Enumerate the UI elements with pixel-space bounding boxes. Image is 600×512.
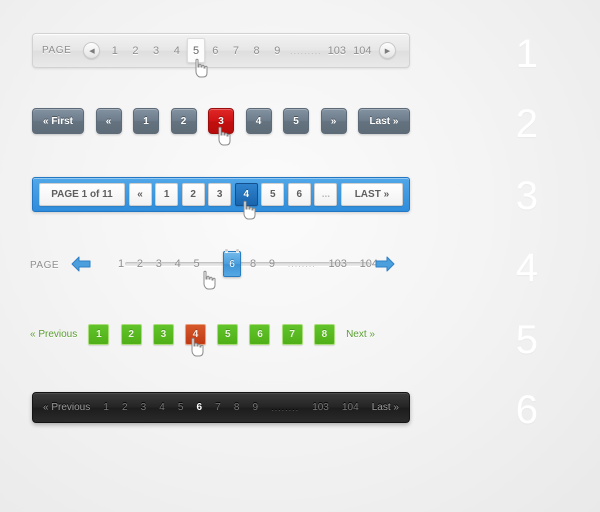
previous-link[interactable]: « Previous [43, 402, 90, 413]
page-link-6[interactable]: 6 [205, 45, 226, 57]
last-link[interactable]: Last » [372, 402, 399, 413]
page-link-5[interactable]: 5 [193, 258, 199, 270]
page-indicator: PAGE 1 of 11 [39, 183, 125, 206]
index-label-2: 2 [515, 102, 538, 146]
slider-handle[interactable]: 6 [223, 249, 241, 277]
index-label-3: 3 [515, 174, 538, 218]
page-link-5[interactable]: 5 [178, 402, 184, 413]
page-link-104[interactable]: 104 [342, 402, 359, 413]
page-link-103[interactable]: 103 [328, 258, 346, 270]
light-inline-pagination: PAGE ◀ 1 2 3 4 5 6 7 8 9 ......... 103 1… [32, 33, 410, 68]
slider-track-pagination: PAGE 1 2 3 4 5 6 7 8 9 ........ 103 104 … [30, 249, 410, 284]
page-link-current[interactable]: 6 [197, 402, 203, 413]
index-label-5: 5 [515, 318, 538, 362]
chevron-right-icon[interactable]: ▶ [378, 42, 396, 59]
last-button[interactable]: LAST » [340, 183, 403, 206]
page-link-9[interactable]: 9 [267, 45, 288, 57]
page-link-7[interactable]: 7 [226, 45, 247, 57]
index-label-6: 6 [515, 388, 538, 432]
page-link-1[interactable]: 1 [118, 258, 124, 270]
blue-framed-pagination: PAGE 1 of 11 « 1 2 3 4 5 6 ... LAST » [32, 177, 410, 212]
page-button-current[interactable]: 4 [234, 183, 258, 206]
page-square-5[interactable]: 5 [217, 323, 239, 345]
page-link-8[interactable]: 8 [250, 258, 256, 270]
page-square-6[interactable]: 6 [249, 323, 271, 345]
pagination-showcase: 1 2 3 4 5 6 PAGE ◀ 1 2 3 4 5 6 7 8 9 ...… [0, 0, 600, 512]
arrow-left-icon[interactable] [70, 255, 92, 273]
page-link-2[interactable]: 2 [137, 258, 143, 270]
page-link-103[interactable]: 103 [312, 402, 329, 413]
index-label-4: 4 [515, 246, 538, 290]
page-link-3[interactable]: 3 [156, 258, 162, 270]
page-button-4[interactable]: 4 [245, 108, 272, 134]
ellipsis: ......... [290, 45, 322, 56]
page-button-current[interactable]: 3 [208, 108, 234, 134]
dark-bar-pagination: « Previous 1 2 3 4 5 6 7 8 9 ........ 10… [32, 392, 410, 423]
page-square-current[interactable]: 4 [185, 323, 207, 345]
page-square-3[interactable]: 3 [152, 323, 174, 345]
page-button-2[interactable]: 2 [181, 183, 205, 206]
page-button-3[interactable]: 3 [208, 183, 232, 206]
page-link-3[interactable]: 3 [146, 45, 167, 57]
page-button-5[interactable]: 5 [261, 183, 285, 206]
page-link-1[interactable]: 1 [103, 402, 109, 413]
chevron-left-icon[interactable]: ◀ [83, 42, 101, 59]
page-button-1[interactable]: 1 [155, 183, 179, 206]
page-link-103[interactable]: 103 [324, 45, 349, 57]
prev-button[interactable]: « [95, 108, 122, 134]
page-label: PAGE [42, 45, 72, 56]
page-link-8[interactable]: 8 [246, 45, 267, 57]
page-button-6[interactable]: 6 [287, 183, 311, 206]
page-link-104[interactable]: 104 [350, 45, 375, 57]
index-label-1: 1 [515, 32, 538, 76]
page-link-4[interactable]: 4 [159, 402, 165, 413]
page-button-1[interactable]: 1 [133, 108, 159, 134]
page-link-8[interactable]: 8 [234, 402, 240, 413]
page-link-7[interactable]: 7 [215, 402, 221, 413]
page-number-list: 1 2 3 4 5 6 7 8 9 ........ 103 104 [118, 258, 378, 270]
page-square-8[interactable]: 8 [313, 323, 335, 345]
green-square-pagination: « Previous 1 2 3 4 5 6 7 8 Next » [30, 322, 375, 346]
page-link-current[interactable]: 5 [187, 38, 205, 63]
page-button-2[interactable]: 2 [170, 108, 197, 134]
prev-button[interactable]: « [128, 183, 152, 206]
slate-button-pagination: « First « 1 2 3 4 5 » Last » [32, 107, 410, 135]
ellipsis: ........ [271, 402, 300, 413]
page-link-4[interactable]: 4 [175, 258, 181, 270]
previous-link[interactable]: « Previous [30, 329, 77, 340]
last-button[interactable]: Last » [358, 108, 410, 134]
page-square-7[interactable]: 7 [281, 323, 303, 345]
arrow-right-icon[interactable] [374, 255, 396, 273]
page-button-5[interactable]: 5 [283, 108, 309, 134]
ellipsis-button[interactable]: ... [314, 183, 338, 206]
page-link-9[interactable]: 9 [252, 402, 258, 413]
next-link[interactable]: Next » [346, 329, 375, 340]
page-link-1[interactable]: 1 [104, 45, 125, 57]
page-square-2[interactable]: 2 [120, 323, 142, 345]
page-link-2[interactable]: 2 [122, 402, 128, 413]
next-button[interactable]: » [320, 108, 347, 134]
ellipsis: ........ [287, 259, 316, 269]
page-link-4[interactable]: 4 [166, 45, 187, 57]
page-link-9[interactable]: 9 [269, 258, 275, 270]
page-link-3[interactable]: 3 [141, 402, 147, 413]
first-button[interactable]: « First [32, 108, 84, 134]
page-label: PAGE [30, 260, 60, 271]
page-square-1[interactable]: 1 [88, 323, 110, 345]
page-link-2[interactable]: 2 [125, 45, 146, 57]
